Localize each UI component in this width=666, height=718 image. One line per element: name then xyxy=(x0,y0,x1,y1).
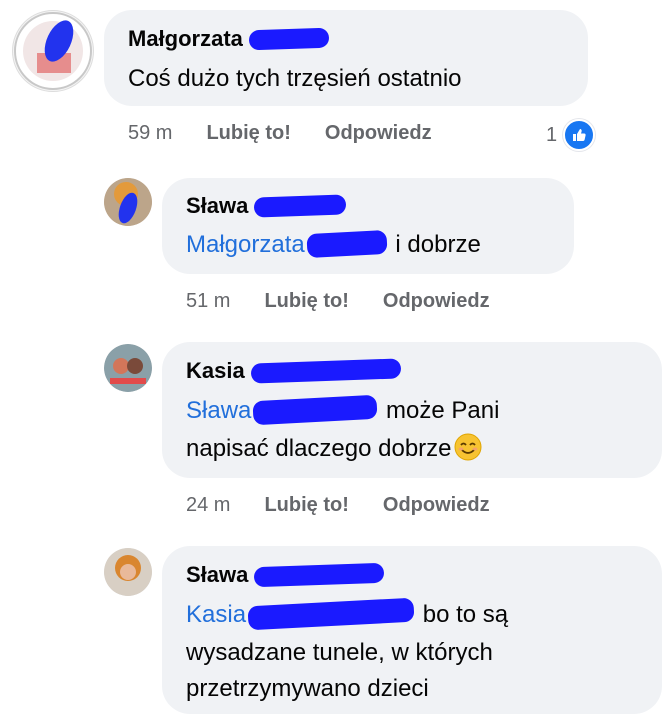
avatar[interactable] xyxy=(104,178,152,226)
like-button[interactable]: Lubię to! xyxy=(264,290,348,313)
comment-author[interactable]: Sława xyxy=(186,562,385,588)
comment-author[interactable]: Sława xyxy=(186,193,347,219)
reply-button[interactable]: Odpowiedz xyxy=(383,494,490,517)
author-name[interactable]: Kasia xyxy=(186,358,245,384)
like-button[interactable]: Lubię to! xyxy=(206,122,290,145)
comment-author[interactable]: Małgorzata xyxy=(128,26,330,52)
comment-time[interactable]: 59 m xyxy=(128,122,172,145)
smiling-face-emoji xyxy=(454,433,482,461)
avatar[interactable] xyxy=(104,548,152,596)
comment-actions: 24 m Lubię to! Odpowiedz xyxy=(186,494,490,517)
redaction-mark xyxy=(306,229,388,259)
author-name[interactable]: Sława xyxy=(186,562,248,588)
avatar[interactable] xyxy=(12,10,94,92)
like-button[interactable]: Lubię to! xyxy=(264,494,348,517)
redaction-mark xyxy=(247,597,415,631)
comment-text: Coś dużo tych trzęsień ostatnio xyxy=(128,65,462,92)
comment-text: Kasia bo to są xyxy=(186,597,509,632)
mention-link[interactable]: Sława xyxy=(186,397,251,424)
author-name[interactable]: Sława xyxy=(186,193,248,219)
reply-button[interactable]: Odpowiedz xyxy=(325,122,432,145)
comment-actions: 59 m Lubię to! Odpowiedz xyxy=(128,122,432,145)
comment-text: Małgorzata i dobrze xyxy=(186,228,481,262)
comment-text: napisać dlaczego dobrze xyxy=(186,432,482,466)
comment-time[interactable]: 51 m xyxy=(186,290,230,313)
comment-text: wysadzane tunele, w których xyxy=(186,639,493,666)
comment-text: przetrzymywano dzieci xyxy=(186,675,429,702)
redaction-mark xyxy=(248,27,330,51)
mention-link[interactable]: Małgorzata xyxy=(186,231,305,258)
comment-body: napisać dlaczego dobrze xyxy=(186,435,452,462)
reply-button[interactable]: Odpowiedz xyxy=(383,290,490,313)
author-name[interactable]: Małgorzata xyxy=(128,26,243,52)
mention-link[interactable]: Kasia xyxy=(186,601,246,628)
reaction-count: 1 xyxy=(546,123,558,146)
redaction-mark xyxy=(254,194,347,218)
redaction-mark xyxy=(254,562,385,588)
like-thumb-icon xyxy=(563,119,596,151)
comment-body: może Pani xyxy=(386,397,500,424)
comment-actions: 51 m Lubię to! Odpowiedz xyxy=(186,290,490,313)
redaction-mark xyxy=(252,394,378,426)
comment-author[interactable]: Kasia xyxy=(186,358,402,384)
comment-body: i dobrze xyxy=(395,231,481,258)
avatar[interactable] xyxy=(104,344,152,392)
comment-text: Sława może Pani xyxy=(186,394,499,428)
redaction-mark xyxy=(250,358,402,384)
comment-time[interactable]: 24 m xyxy=(186,494,230,517)
reaction-summary[interactable]: 1 xyxy=(546,119,596,151)
comment-body: bo to są xyxy=(422,601,509,628)
